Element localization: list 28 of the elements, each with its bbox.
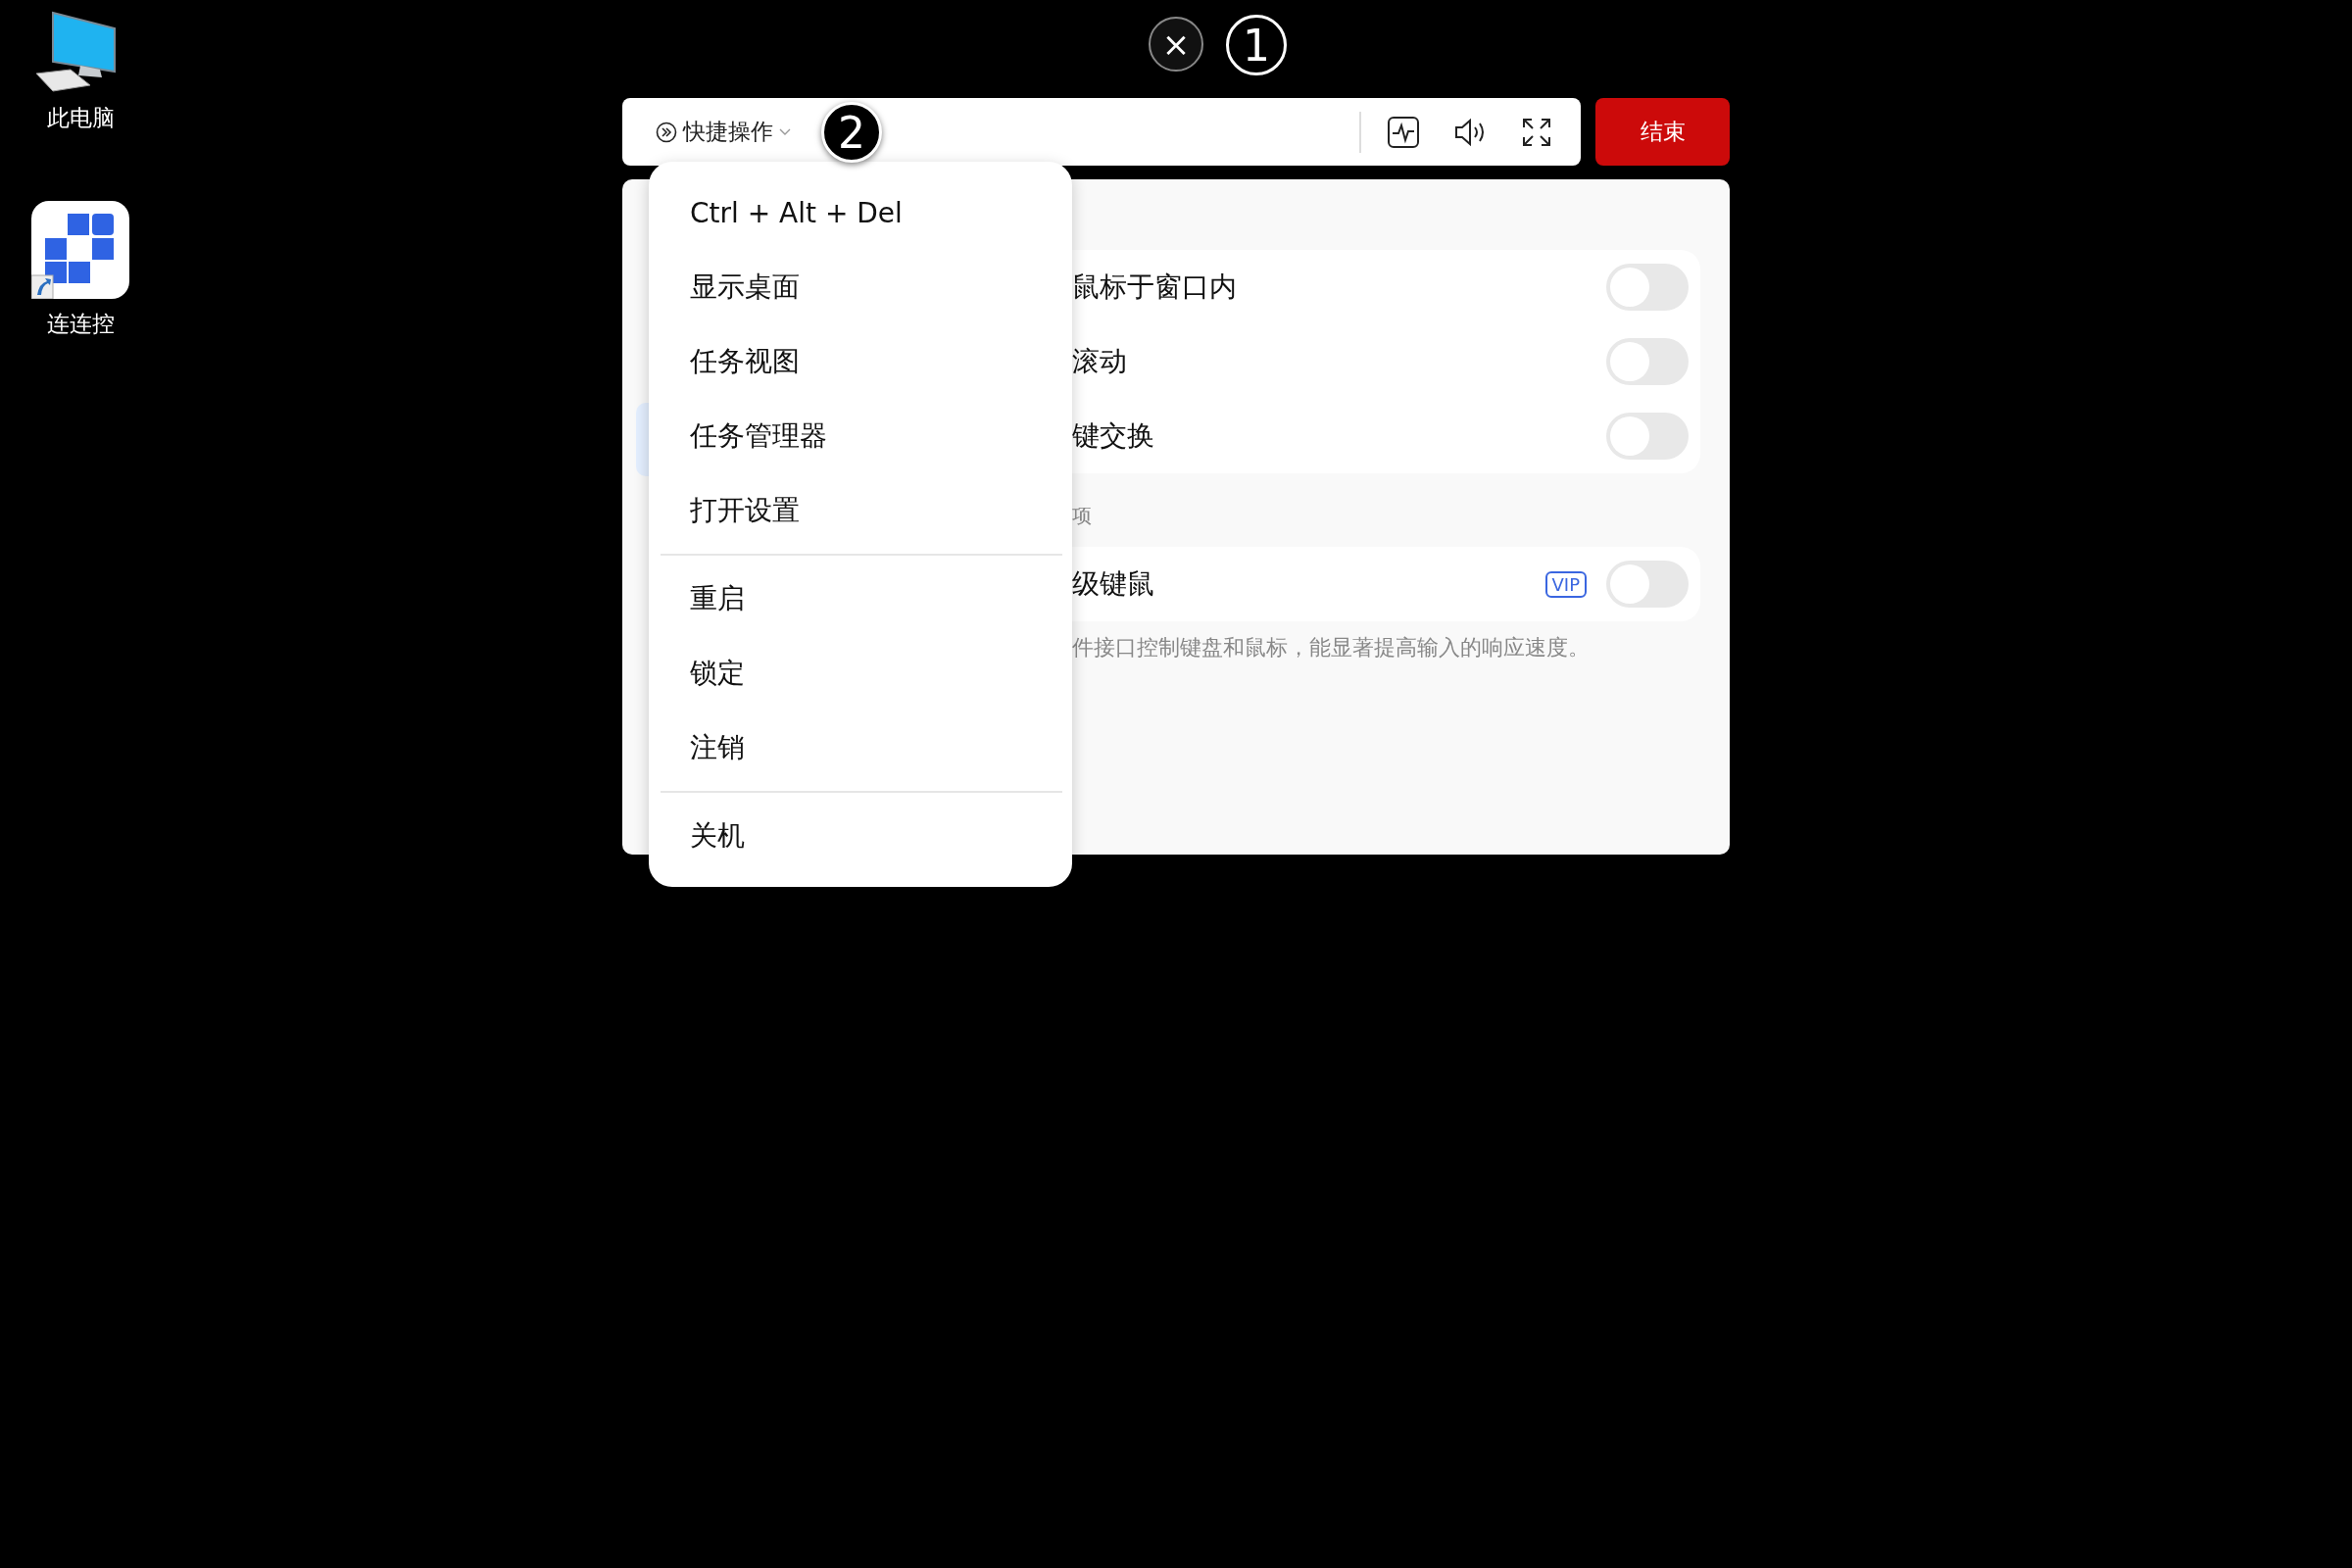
menu-item[interactable]: 注销 — [661, 710, 1062, 785]
desktop-icon-label: 连连控 — [46, 310, 115, 338]
menu-item[interactable]: 锁定 — [661, 636, 1062, 710]
setting-label: 鼠标于窗口内 — [1072, 270, 1238, 305]
fullscreen-icon[interactable] — [1522, 117, 1551, 147]
caret-icon — [779, 127, 791, 136]
end-button[interactable]: 结束 — [1595, 98, 1730, 166]
callout-number: 1 — [1226, 15, 1287, 75]
callout-number: 2 — [821, 102, 882, 163]
setting-label: 滚动 — [1072, 344, 1128, 379]
menu-item[interactable]: 任务管理器 — [661, 399, 1062, 473]
setting-label: 键交换 — [1072, 418, 1155, 454]
menu-item[interactable]: 显示桌面 — [661, 250, 1062, 324]
pulse-monitor-icon[interactable] — [1387, 115, 1420, 149]
menu-item[interactable]: 任务视图 — [661, 324, 1062, 399]
setting-label: 级键鼠 — [1072, 566, 1155, 602]
desktop-icon-label: 此电脑 — [46, 104, 115, 132]
quick-actions-dropdown[interactable]: 快捷操作 — [656, 117, 791, 147]
menu-item[interactable]: 打开设置 — [661, 473, 1062, 548]
menu-item[interactable]: 关机 — [661, 799, 1062, 873]
double-chevron-icon — [656, 121, 677, 143]
menu-item[interactable]: 重启 — [661, 562, 1062, 636]
setting-description: 件接口控制键盘和鼠标，能显著提高输入的响应速度。 — [1071, 634, 1591, 662]
close-button[interactable]: × — [1149, 17, 1203, 72]
menu-item[interactable]: Ctrl + Alt + Del — [661, 175, 1062, 250]
section-label: 项 — [1071, 503, 1093, 529]
vip-badge: VIP — [1544, 570, 1587, 598]
app-icon[interactable] — [31, 201, 129, 299]
